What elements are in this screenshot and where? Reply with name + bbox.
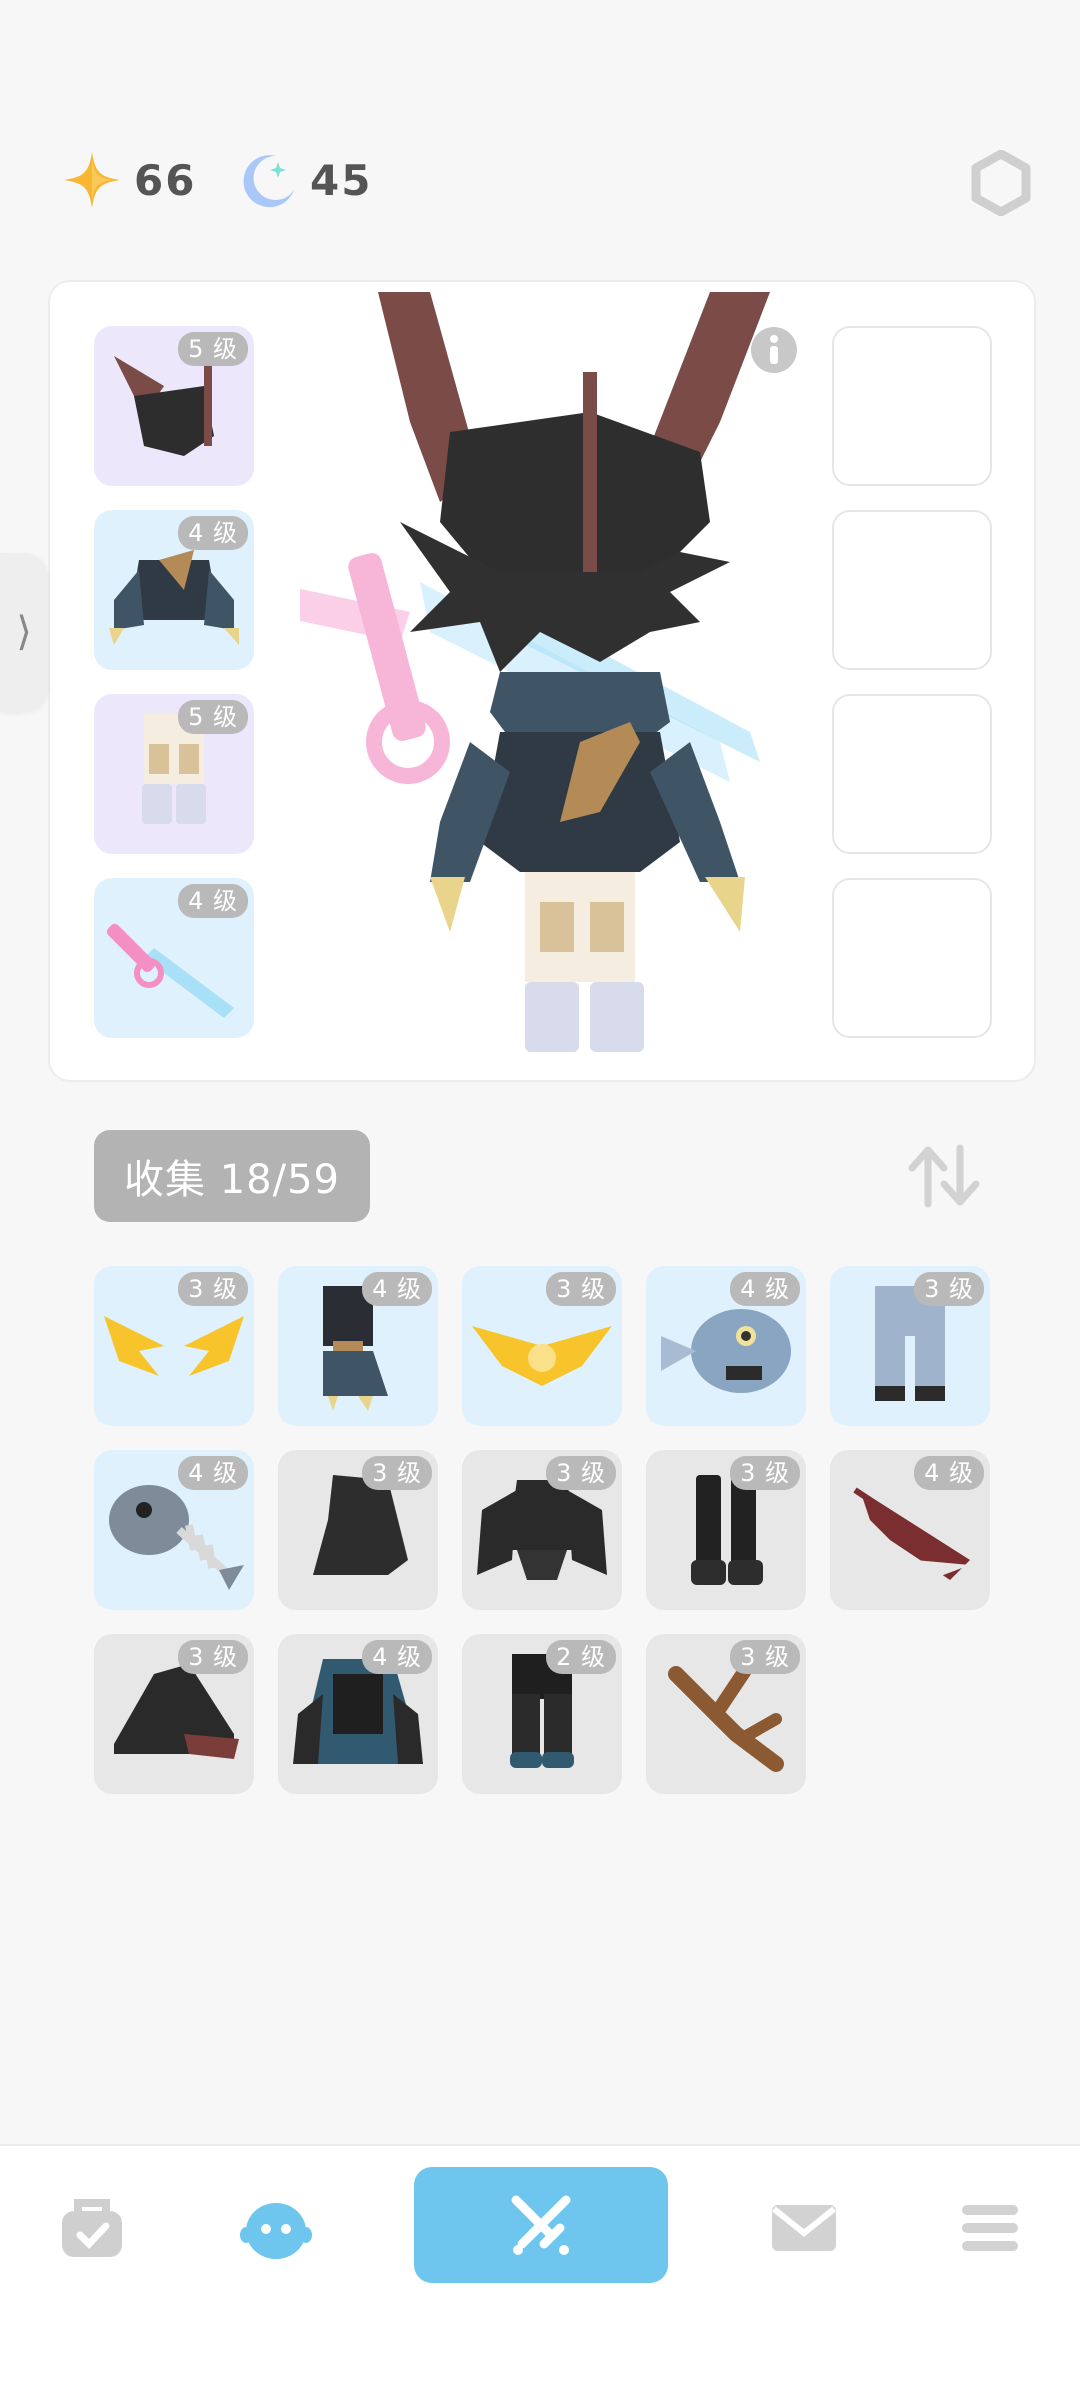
equipped-slot-pants[interactable]: 5 级	[94, 694, 254, 854]
level-badge: 4 级	[730, 1272, 800, 1306]
collection-item[interactable]: 3 级	[278, 1450, 438, 1610]
level-badge: 3 级	[730, 1456, 800, 1490]
collection-item[interactable]: 4 级	[278, 1634, 438, 1794]
collection-item[interactable]: 4 级	[278, 1266, 438, 1426]
battle-button[interactable]	[414, 2167, 668, 2283]
collection-item[interactable]: 3 级	[646, 1634, 806, 1794]
character-panel: 5 级 4 级 5 级 4 级	[48, 280, 1036, 1082]
mail-icon[interactable]	[764, 2195, 844, 2261]
collection-item[interactable]: 3 级	[94, 1634, 254, 1794]
level-badge: 4 级	[178, 1456, 248, 1490]
level-badge: 2 级	[546, 1640, 616, 1674]
collection-item[interactable]: 3 级	[830, 1266, 990, 1426]
level-badge: 3 级	[362, 1456, 432, 1490]
equipped-slot-armor[interactable]: 4 级	[94, 510, 254, 670]
moon-icon	[243, 155, 294, 208]
star-count: 66	[134, 155, 197, 205]
level-badge: 4 级	[914, 1456, 984, 1490]
collection-item[interactable]: 3 级	[462, 1450, 622, 1610]
collection-item[interactable]: 4 级	[830, 1450, 990, 1610]
character-icon[interactable]	[236, 2195, 316, 2261]
star-icon	[64, 152, 120, 208]
character-preview	[300, 292, 770, 1052]
level-badge: 4 级	[362, 1640, 432, 1674]
chevron-right-icon: ⟩	[16, 609, 32, 655]
menu-icon[interactable]	[950, 2195, 1030, 2261]
settings-hex-icon[interactable]	[968, 150, 1034, 216]
level-badge: 3 级	[178, 1640, 248, 1674]
side-drawer-tab[interactable]: ⟩	[0, 553, 48, 711]
level-badge: 4 级	[362, 1272, 432, 1306]
sort-icon[interactable]	[906, 1144, 982, 1208]
app-root: 66 45 5 级 4 级 5 级 4 级 ⟩ 收集 18/59 3 级 4 级…	[0, 0, 1080, 2400]
level-badge: 3 级	[546, 1272, 616, 1306]
level-badge: 4 级	[178, 516, 248, 550]
level-badge: 5 级	[178, 332, 248, 366]
level-badge: 3 级	[546, 1456, 616, 1490]
level-badge: 3 级	[730, 1640, 800, 1674]
level-badge: 3 级	[914, 1272, 984, 1306]
collection-item[interactable]: 4 级	[646, 1266, 806, 1426]
collection-item[interactable]: 2 级	[462, 1634, 622, 1794]
equipped-slot-empty[interactable]	[832, 878, 992, 1038]
level-badge: 4 级	[178, 884, 248, 918]
equipped-slot-empty[interactable]	[832, 510, 992, 670]
equipped-slot-helmet[interactable]: 5 级	[94, 326, 254, 486]
info-icon[interactable]	[750, 326, 798, 374]
level-badge: 5 级	[178, 700, 248, 734]
bag-icon[interactable]	[52, 2195, 132, 2261]
collection-item[interactable]: 4 级	[94, 1450, 254, 1610]
equipped-slot-empty[interactable]	[832, 694, 992, 854]
crossed-swords-icon	[511, 2195, 571, 2255]
collection-count-button[interactable]: 收集 18/59	[94, 1130, 370, 1222]
level-badge: 3 级	[178, 1272, 248, 1306]
equipped-slot-weapon[interactable]: 4 级	[94, 878, 254, 1038]
collection-item[interactable]: 3 级	[462, 1266, 622, 1426]
collection-item[interactable]: 3 级	[646, 1450, 806, 1610]
star-currency: 66	[62, 150, 196, 210]
equipped-slot-empty[interactable]	[832, 326, 992, 486]
moon-currency: 45	[238, 150, 372, 210]
collection-item[interactable]: 3 级	[94, 1266, 254, 1426]
moon-count: 45	[310, 155, 373, 205]
